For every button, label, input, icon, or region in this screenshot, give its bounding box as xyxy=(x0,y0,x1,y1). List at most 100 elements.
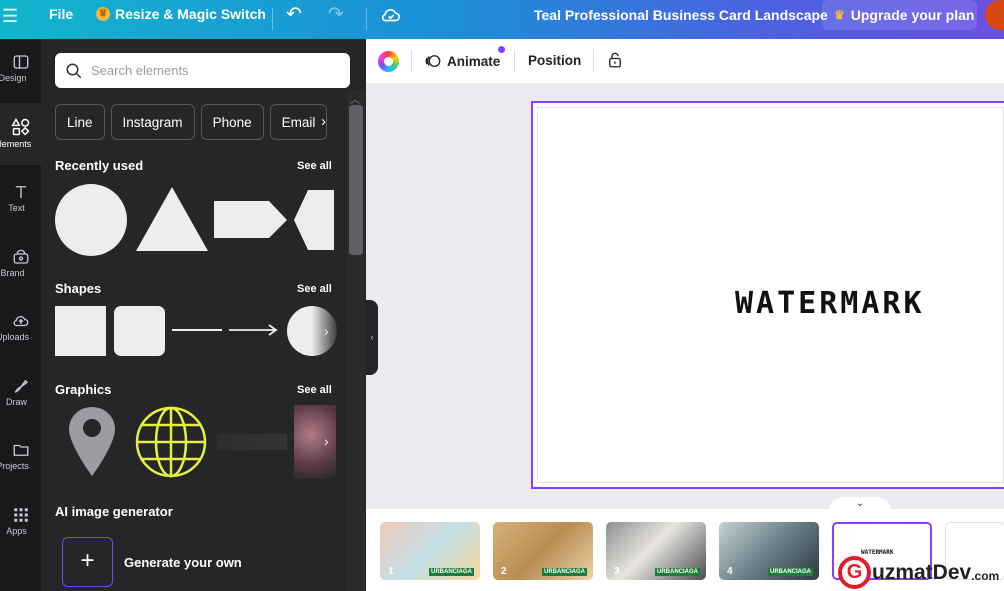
resize-magic-switch-button[interactable]: ♛ Resize & Magic Switch xyxy=(96,6,266,22)
chevron-down-icon[interactable]: ⌄ xyxy=(829,497,891,511)
page-number: 3 xyxy=(614,566,620,577)
divider xyxy=(272,8,273,30)
chevron-left-icon: ‹ xyxy=(370,332,374,342)
section-title-graphics: Graphics xyxy=(55,382,112,397)
see-all-recently-used[interactable]: See all xyxy=(297,160,332,172)
page-thumbnail[interactable]: 1 URBANCIAGA xyxy=(380,522,480,580)
suggestion-chips: Line Instagram Phone Email xyxy=(55,104,328,140)
watermark-text[interactable]: WATERMARK xyxy=(735,286,925,321)
globe-graphic[interactable] xyxy=(134,405,208,479)
rail-item-uploads[interactable]: Uploads xyxy=(0,298,41,360)
uploads-icon xyxy=(13,316,28,327)
page-thumbnail[interactable]: 4 URBANCIAGA xyxy=(719,522,819,580)
crown-icon: ♛ xyxy=(96,7,110,21)
logo-text: uzmatDev xyxy=(872,560,972,584)
document-title[interactable]: Teal Professional Business Card Landscap… xyxy=(534,7,828,23)
cloud-saved-icon[interactable] xyxy=(380,4,402,29)
see-all-graphics[interactable]: See all xyxy=(297,384,332,396)
animate-icon xyxy=(425,55,441,67)
generate-your-own-label[interactable]: Generate your own xyxy=(124,555,242,570)
square-shape[interactable] xyxy=(55,306,106,356)
chevron-right-icon[interactable]: › xyxy=(321,104,341,140)
rail-label: Brand xyxy=(0,268,25,278)
divider xyxy=(593,50,594,72)
file-menu[interactable]: File xyxy=(49,6,73,22)
chip-email[interactable]: Email xyxy=(269,104,328,140)
upgrade-plan-button[interactable]: ♛ Upgrade your plan xyxy=(822,0,977,30)
lock-icon[interactable] xyxy=(606,50,624,75)
top-bar: ☰ File ♛ Resize & Magic Switch ↶ ↷ Teal … xyxy=(0,0,1004,39)
elements-panel: Line Instagram Phone Email › Recently us… xyxy=(41,39,366,591)
design-canvas[interactable]: WATERMARK xyxy=(531,101,1004,489)
page-thumbnail[interactable]: 3 URBANCIAGA xyxy=(606,522,706,580)
chip-line[interactable]: Line xyxy=(55,104,105,140)
page-number: 1 xyxy=(388,566,394,577)
divider xyxy=(411,50,412,72)
rail-item-projects[interactable]: Projects xyxy=(0,427,41,489)
generate-plus-button[interactable]: + xyxy=(62,537,113,587)
rail-label: Text xyxy=(8,203,25,213)
projects-icon xyxy=(13,444,28,456)
search-input[interactable] xyxy=(91,63,331,78)
logo-suffix: .com xyxy=(971,568,1000,583)
rail-item-apps[interactable]: Apps xyxy=(0,492,41,554)
rail-label: Elements xyxy=(0,139,32,149)
chevron-right-icon[interactable]: › xyxy=(324,323,338,339)
resize-label: Resize & Magic Switch xyxy=(115,6,266,22)
see-all-shapes[interactable]: See all xyxy=(297,283,332,295)
rail-item-text[interactable]: Text xyxy=(0,169,41,231)
elements-icon xyxy=(10,117,30,136)
chip-phone[interactable]: Phone xyxy=(200,104,264,140)
design-icon xyxy=(13,55,28,69)
scroll-up-icon[interactable]: ︿ xyxy=(350,91,360,106)
chevron-right-icon[interactable]: › xyxy=(324,433,338,449)
logo-g: G xyxy=(838,556,871,589)
search-icon xyxy=(66,63,82,78)
text-icon xyxy=(15,186,26,198)
animate-label: Animate xyxy=(447,53,501,69)
rail-item-design[interactable]: Design xyxy=(0,39,41,101)
menu-icon[interactable]: ☰ xyxy=(2,6,18,27)
upgrade-label: Upgrade your plan xyxy=(850,7,975,23)
arrow-pentagon-shape[interactable] xyxy=(214,201,288,239)
arrow-line-shape[interactable] xyxy=(229,324,281,336)
circle-shape[interactable] xyxy=(54,183,129,258)
page-tag: URBANCIAGA xyxy=(429,568,474,576)
chip-instagram[interactable]: Instagram xyxy=(110,104,195,140)
chevron-right-icon[interactable]: › xyxy=(324,211,338,227)
rail-label: Apps xyxy=(6,526,27,536)
color-picker-icon[interactable] xyxy=(378,51,399,72)
avatar[interactable] xyxy=(985,0,1004,30)
redo-icon[interactable]: ↷ xyxy=(328,3,344,26)
page-thumbnail[interactable]: 2 URBANCIAGA xyxy=(493,522,593,580)
panel-scrollbar-thumb[interactable] xyxy=(349,105,363,255)
rail-label: Draw xyxy=(5,397,27,407)
collapse-panel-handle[interactable]: ‹ xyxy=(366,300,378,375)
divider xyxy=(366,8,367,30)
left-rail: Design Elements Text Brand Uploads Draw … xyxy=(0,39,41,591)
page-number: 4 xyxy=(727,566,733,577)
canvas-page: WATERMARK xyxy=(537,107,1004,483)
position-button[interactable]: Position xyxy=(528,53,581,68)
location-pin-graphic[interactable] xyxy=(67,405,117,478)
rail-label: Projects xyxy=(0,461,29,471)
animate-button[interactable]: Animate xyxy=(424,52,500,70)
rail-label: Uploads xyxy=(0,332,30,342)
draw-icon xyxy=(14,379,28,393)
line-graphic[interactable] xyxy=(217,434,287,450)
thumbnail-watermark: WATERMARK xyxy=(861,549,894,556)
search-box[interactable] xyxy=(55,53,350,88)
apps-icon xyxy=(13,508,28,522)
plus-icon: + xyxy=(80,547,95,574)
rounded-square-shape[interactable] xyxy=(114,306,165,356)
undo-icon[interactable]: ↶ xyxy=(286,3,302,26)
triangle-shape[interactable] xyxy=(135,186,209,252)
rail-item-brand[interactable]: Brand xyxy=(0,234,41,296)
rail-item-draw[interactable]: Draw xyxy=(0,363,41,425)
new-badge-dot xyxy=(498,46,505,53)
guzmatdev-logo: G uzmatDev .com xyxy=(838,556,999,589)
page-tag: URBANCIAGA xyxy=(768,568,813,576)
line-shape[interactable] xyxy=(172,329,222,331)
section-title-shapes: Shapes xyxy=(55,281,102,296)
rail-item-elements[interactable]: Elements xyxy=(0,103,41,165)
